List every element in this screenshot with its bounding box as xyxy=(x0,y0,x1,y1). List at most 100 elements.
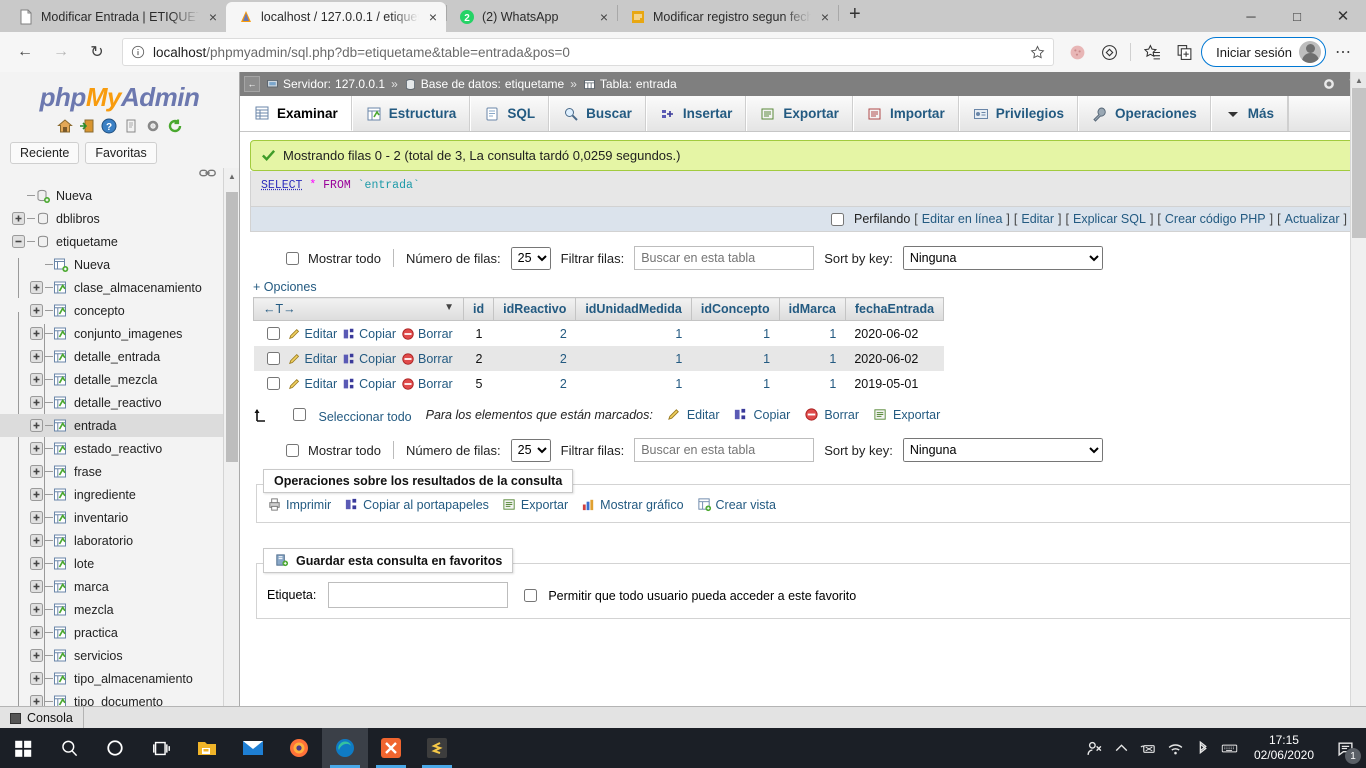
tree-node-conjunto_imagenes[interactable]: conjunto_imagenes xyxy=(0,322,239,345)
scroll-up-icon[interactable]: ▲ xyxy=(1351,72,1366,88)
keyboard-icon[interactable] xyxy=(1221,740,1238,757)
allow-all-wrap[interactable]: Permitir que todo usuario pueda acceder … xyxy=(520,582,856,605)
tree-node-estado_reactivo[interactable]: estado_reactivo xyxy=(0,437,239,460)
reload-icon[interactable] xyxy=(167,118,183,134)
row-checkbox[interactable] xyxy=(266,377,280,390)
tree-node-lote[interactable]: lote xyxy=(0,552,239,575)
row-checkbox[interactable] xyxy=(266,352,280,365)
new-tab-button[interactable]: + xyxy=(839,3,871,29)
tab-close-icon[interactable]: × xyxy=(597,10,611,24)
row-copiar-link[interactable]: Copiar xyxy=(342,377,396,391)
row-checkbox[interactable] xyxy=(266,327,280,340)
breadcrumb-db-value[interactable]: etiquetame xyxy=(505,77,564,91)
tree-node-concepto[interactable]: concepto xyxy=(0,299,239,322)
copiar-portapapeles-link[interactable]: Copiar al portapapeles xyxy=(344,497,489,512)
column-header-idConcepto[interactable]: idConcepto xyxy=(690,297,780,321)
collections-icon[interactable] xyxy=(1169,37,1199,67)
xampp-button[interactable] xyxy=(368,728,414,768)
nav-tab-estructura[interactable]: Estructura xyxy=(351,96,471,131)
page-scrollbar-thumb[interactable] xyxy=(1352,88,1366,238)
tree-expand-icon[interactable] xyxy=(30,465,43,478)
column-header-fechaEntrada[interactable]: fechaEntrada xyxy=(844,297,945,321)
profiling-checkbox[interactable] xyxy=(831,212,844,226)
file-explorer-button[interactable] xyxy=(184,728,230,768)
start-button[interactable] xyxy=(0,728,46,768)
link-explicar-sql[interactable]: Explicar SQL xyxy=(1073,212,1146,226)
table-row[interactable]: Editar Copiar Borrar 1 2 1 1 1 2020-06-02 xyxy=(254,321,944,347)
tab-close-icon[interactable]: × xyxy=(818,10,832,24)
back-button[interactable]: ← xyxy=(8,37,42,67)
browser-tab-3[interactable]: Modificar registro segun fecha en × xyxy=(618,2,838,32)
page-scrollbar[interactable]: ▲ xyxy=(1350,72,1366,728)
home-icon[interactable] xyxy=(56,118,73,134)
browser-tab-0[interactable]: Modificar Entrada | ETIQUETAME × xyxy=(6,2,226,32)
wifi-icon[interactable] xyxy=(1167,740,1184,757)
tree-expand-icon[interactable] xyxy=(30,488,43,501)
column-header-id[interactable]: id xyxy=(462,297,495,321)
select-all-checkbox[interactable] xyxy=(293,408,306,421)
show-all-bottom[interactable]: Mostrar todo xyxy=(282,441,381,460)
tree-node-servicios[interactable]: servicios xyxy=(0,644,239,667)
task-view-button[interactable] xyxy=(138,728,184,768)
row-copiar-link[interactable]: Copiar xyxy=(342,327,396,341)
table-row[interactable]: Editar Copiar Borrar 5 2 1 1 1 2019-05-01 xyxy=(254,371,944,396)
tree-expand-icon[interactable] xyxy=(30,672,43,685)
marked-exportar-link[interactable]: Exportar xyxy=(873,407,940,422)
nav-tab-buscar[interactable]: Buscar xyxy=(549,96,646,131)
tree-node-detalle_mezcla[interactable]: detalle_mezcla xyxy=(0,368,239,391)
mostrar-grafico-link[interactable]: Mostrar gráfico xyxy=(581,497,684,512)
nav-tab-exportar[interactable]: Exportar xyxy=(746,96,853,131)
column-header-idReactivo[interactable]: idReactivo xyxy=(493,297,577,321)
tree-node-nueva[interactable]: Nueva xyxy=(0,184,239,207)
scroll-up-icon[interactable]: ▲ xyxy=(224,168,239,184)
nav-tab-m-s[interactable]: Más xyxy=(1210,96,1289,131)
pill-reciente[interactable]: Reciente xyxy=(10,142,80,164)
breadcrumb-table-value[interactable]: entrada xyxy=(636,77,677,91)
row-borrar-link[interactable]: Borrar xyxy=(401,352,453,366)
tree-expand-icon[interactable] xyxy=(30,419,43,432)
options-toggle[interactable]: + Opciones xyxy=(250,270,1356,297)
collapse-sidebar-button[interactable]: ← xyxy=(244,76,260,92)
chain-link-icon[interactable] xyxy=(199,168,217,178)
allow-all-checkbox[interactable] xyxy=(524,589,538,602)
tree-expand-icon[interactable] xyxy=(30,304,43,317)
tree-expand-icon[interactable] xyxy=(30,327,43,340)
tab-close-icon[interactable]: × xyxy=(426,10,440,24)
tree-expand-icon[interactable] xyxy=(30,396,43,409)
firefox-button[interactable] xyxy=(276,728,322,768)
shield-icon[interactable] xyxy=(1094,37,1124,67)
chevron-down-icon[interactable]: ▼ xyxy=(444,302,454,313)
nav-tab-examinar[interactable]: Examinar xyxy=(240,96,352,131)
rows-per-page-select[interactable]: 25 xyxy=(510,246,551,270)
tree-expand-icon[interactable] xyxy=(30,373,43,386)
reload-button[interactable]: ↻ xyxy=(80,37,114,67)
favorites-icon[interactable] xyxy=(1137,37,1167,67)
sidebar-scrollbar[interactable]: ▲ ▼ xyxy=(223,168,239,728)
phpmyadmin-logo[interactable]: phpMyAdmin xyxy=(0,72,239,113)
column-header-idUnidadMedida[interactable]: idUnidadMedida xyxy=(575,297,692,321)
tree-node-practica[interactable]: practica xyxy=(0,621,239,644)
crear-vista-link[interactable]: Crear vista xyxy=(697,497,776,512)
gear-icon[interactable] xyxy=(1322,77,1336,91)
filter-rows-input[interactable] xyxy=(634,246,815,270)
tree-node-laboratorio[interactable]: laboratorio xyxy=(0,529,239,552)
sql-query-box[interactable]: SELECT * FROM `entrada` xyxy=(250,171,1356,207)
link-editar[interactable]: Editar xyxy=(1021,212,1054,226)
exportar-link[interactable]: Exportar xyxy=(502,497,568,512)
tree-expand-icon[interactable] xyxy=(30,511,43,524)
tree-node-inventario[interactable]: inventario xyxy=(0,506,239,529)
row-copiar-link[interactable]: Copiar xyxy=(342,352,396,366)
select-all-wrap[interactable]: Seleccionar todo xyxy=(289,405,412,424)
people-icon[interactable] xyxy=(1086,740,1103,757)
sort-by-key-select-bottom[interactable]: Ninguna xyxy=(902,438,1103,462)
row-editar-link[interactable]: Editar xyxy=(288,352,337,366)
mail-button[interactable] xyxy=(230,728,276,768)
cortana-button[interactable] xyxy=(92,728,138,768)
tree-node-frase[interactable]: frase xyxy=(0,460,239,483)
tree-node-dblibros[interactable]: dblibros xyxy=(0,207,239,230)
column-header-idMarca[interactable]: idMarca xyxy=(778,297,846,321)
column-header-nav[interactable]: ←T→ ▼ xyxy=(253,297,464,321)
tree-expand-icon[interactable] xyxy=(30,603,43,616)
tree-collapse-icon[interactable] xyxy=(12,235,25,248)
marked-copiar-link[interactable]: Copiar xyxy=(733,407,790,422)
